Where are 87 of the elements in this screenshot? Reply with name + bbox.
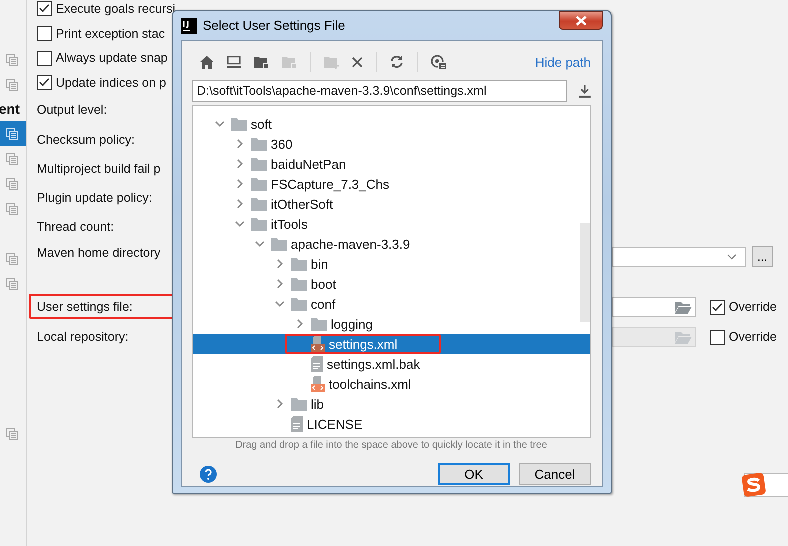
close-icon: [576, 16, 586, 26]
folder-icon: [675, 330, 692, 344]
copy-icon: [6, 252, 18, 264]
app-logo-icon: [181, 18, 197, 34]
checkbox[interactable]: [37, 26, 52, 41]
eye-icon[interactable]: [431, 54, 447, 70]
checkbox-label: Override: [729, 300, 777, 314]
copy-icon: [6, 202, 18, 214]
home-icon[interactable]: [200, 56, 214, 68]
folder-icon: [675, 300, 692, 314]
text-file-icon: [291, 416, 303, 432]
field-label: Multiproject build fail p: [37, 162, 162, 176]
tree-item[interactable]: lib: [193, 394, 590, 414]
folder-icon: [251, 218, 267, 230]
checkbox-label: Always update snap: [56, 51, 168, 65]
tree-item[interactable]: apache-maven-3.3.9: [193, 234, 590, 254]
field-label: Local repository:: [37, 330, 130, 344]
checkbox[interactable]: [37, 50, 52, 66]
download-icon[interactable]: [579, 84, 591, 98]
folder-icon[interactable]: [254, 56, 269, 68]
tree-item[interactable]: soft: [193, 114, 590, 134]
field-label: Checksum policy:: [37, 132, 136, 146]
scrollbar[interactable]: [580, 223, 590, 322]
copy-icon: [6, 178, 18, 190]
path-field[interactable]: D:\soft\itTools\apache-maven-3.3.9\conf\settings.xml: [192, 80, 568, 102]
file-path-field[interactable]: [612, 297, 696, 317]
folder-icon: [291, 298, 307, 310]
folder-icon: [231, 118, 247, 130]
close-button[interactable]: [559, 11, 603, 30]
checkbox-label: Execute goals recursi: [56, 2, 176, 16]
copy-icon: [6, 78, 18, 90]
refresh-icon[interactable]: [390, 55, 404, 69]
checkbox-label: Print exception stac: [56, 26, 166, 40]
xml-file-icon: [311, 376, 325, 392]
tree-item[interactable]: settings.xml: [193, 334, 590, 354]
tree-item[interactable]: baiduNetPan: [193, 154, 590, 174]
field-label: Thread count:: [37, 220, 116, 234]
dialog-button[interactable]: OK: [438, 463, 510, 485]
hint-text: Drag and drop a file into the space above to quickly locate it in the tree: [234, 440, 548, 451]
field-label: Maven home directory: [37, 246, 162, 260]
folder-icon: [251, 198, 267, 210]
copy-icon: [6, 152, 18, 164]
browse-button[interactable]: ...: [752, 246, 773, 267]
ime-toolbar[interactable]: [744, 473, 788, 497]
ime-logo-icon: [741, 472, 767, 498]
tree-item[interactable]: settings.xml.bak: [193, 354, 590, 374]
copy-icon: [6, 54, 18, 66]
folder-icon: [291, 258, 307, 270]
copy-icon: [6, 278, 18, 290]
checkbox-label: Update indices on p: [56, 76, 166, 90]
desktop-icon[interactable]: [227, 56, 241, 68]
folder-icon: [291, 278, 307, 290]
delete-icon[interactable]: [352, 56, 363, 68]
caret-icon: [727, 254, 737, 260]
sidebar-item[interactable]: [0, 121, 26, 146]
dropdown[interactable]: [612, 246, 746, 266]
tree-item[interactable]: LICENSE: [193, 414, 590, 434]
folder-icon: [271, 238, 287, 250]
copy-icon: [6, 428, 18, 440]
help-icon[interactable]: [200, 466, 217, 482]
checkbox[interactable]: [710, 300, 725, 314]
copy-icon: [6, 128, 18, 140]
folder-icon: [311, 318, 327, 330]
folder-icon: [291, 398, 307, 410]
tree-item[interactable]: bin: [193, 254, 590, 274]
tree-item[interactable]: toolchains.xml: [193, 374, 590, 394]
folder-icon: [251, 158, 267, 170]
checkbox-label: Override: [729, 330, 777, 344]
xml-file-icon: [311, 336, 325, 352]
field-label: Plugin update policy:: [37, 191, 154, 205]
folder-icon: [251, 178, 267, 190]
window-title: Select User Settings File: [203, 18, 346, 33]
text-file-icon: [311, 356, 323, 372]
checkbox[interactable]: [37, 75, 52, 90]
field-label: User settings file:: [37, 300, 134, 314]
dialog-button[interactable]: Cancel: [519, 463, 591, 485]
tree-item[interactable]: boot: [193, 274, 590, 294]
folder-icon: [251, 138, 267, 150]
checkbox[interactable]: [37, 1, 52, 16]
tree-item[interactable]: itTools: [193, 214, 590, 234]
tree-item[interactable]: conf: [193, 294, 590, 314]
tree-item[interactable]: 360: [193, 134, 590, 154]
tree-item[interactable]: FSCapture_7.3_Chs: [193, 174, 590, 194]
field-label: Output level:: [37, 103, 108, 117]
tree-item[interactable]: itOtherSoft: [193, 194, 590, 214]
tree-item[interactable]: logging: [193, 314, 590, 334]
hide-path-link[interactable]: Hide path: [535, 54, 591, 70]
